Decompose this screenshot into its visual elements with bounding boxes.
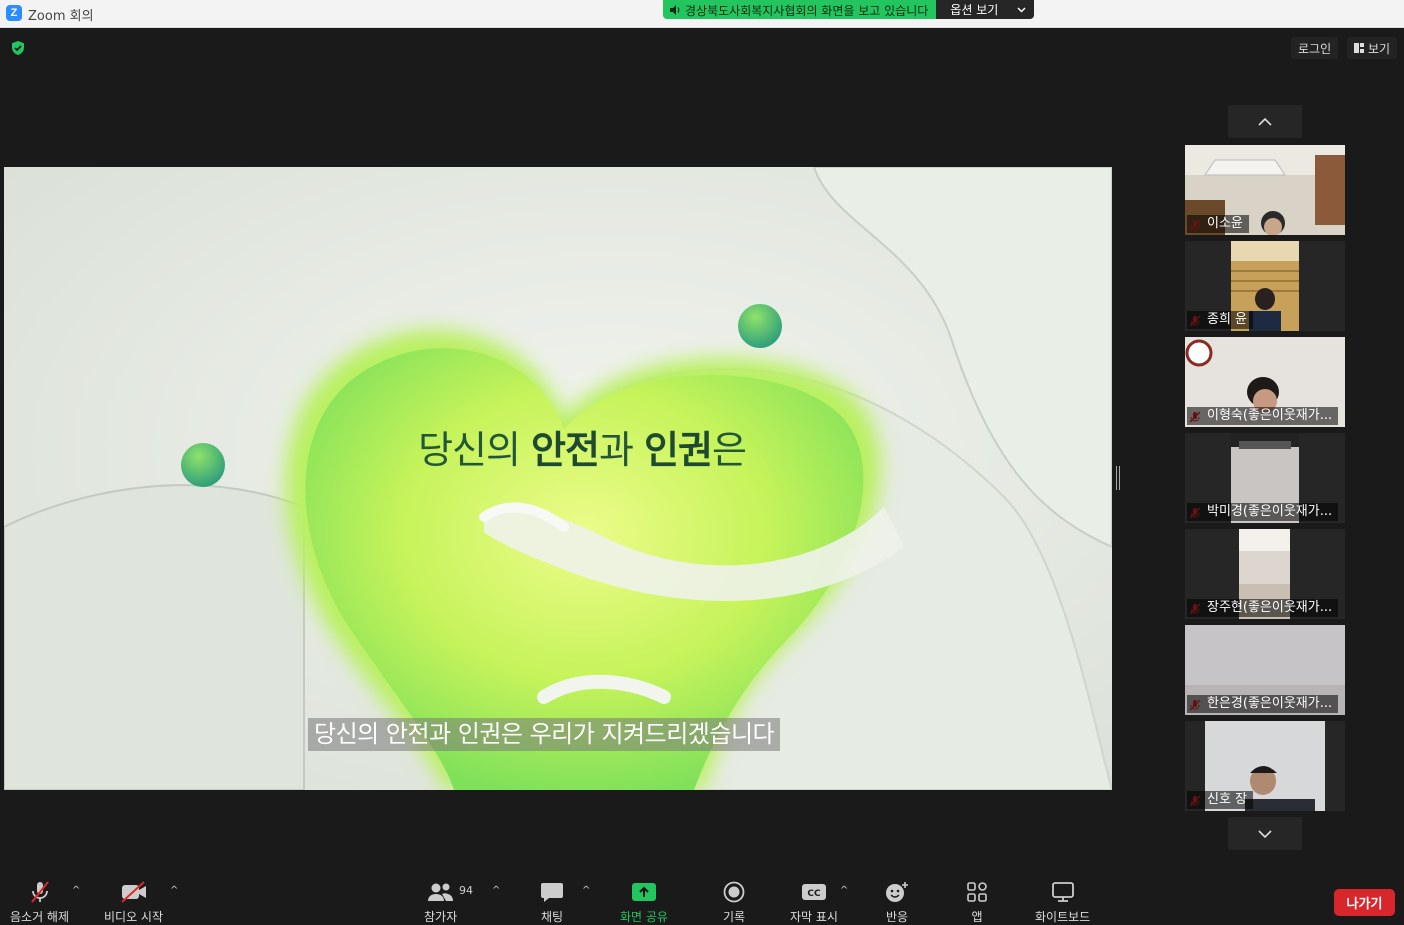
participants-button[interactable]: 참가자 — [424, 879, 457, 925]
chevron-up-icon — [1258, 117, 1272, 126]
heading-bold-2: 인권 — [644, 428, 713, 472]
layout-grid-icon — [1354, 43, 1364, 53]
chevron-down-icon — [1258, 829, 1272, 838]
reactions-button[interactable]: 반응 — [884, 879, 910, 925]
emoji-reaction-icon — [886, 882, 908, 902]
whiteboard-icon — [1051, 882, 1074, 902]
view-options-label: 옵션 보기 — [950, 3, 999, 17]
login-button[interactable]: 로그인 — [1291, 37, 1339, 59]
start-video-label: 비디오 시작 — [104, 910, 164, 924]
speaker-icon — [670, 5, 680, 15]
share-banner: 경상북도사회복지사협회의 화면을 보고 있습니다 옵션 보기 — [663, 0, 1035, 19]
record-icon — [723, 881, 745, 903]
video-off-icon — [120, 881, 146, 903]
apps-button[interactable]: 앱 — [966, 879, 988, 925]
gallery-scroll-up-button[interactable] — [1228, 105, 1302, 138]
participant-tile[interactable]: 장주현(좋은이웃재가... — [1185, 529, 1345, 619]
participants-label: 참가자 — [424, 910, 458, 924]
whiteboard-button[interactable]: 화이트보드 — [1035, 879, 1090, 925]
closed-caption-icon: CC — [801, 884, 826, 900]
participant-count: 94 — [459, 884, 473, 897]
muted-mic-icon — [30, 881, 49, 903]
apps-label: 앱 — [971, 910, 983, 924]
unmute-button[interactable]: 음소거 해제 — [10, 879, 69, 925]
record-label: 기록 — [723, 910, 746, 924]
captions-options-caret[interactable]: ^ — [840, 885, 848, 896]
slide-caption: 당신의 안전과 인권은 우리가 지켜드리겠습니다 — [308, 718, 781, 751]
start-video-button[interactable]: 비디오 시작 — [104, 879, 163, 925]
whiteboard-label: 화이트보드 — [1035, 910, 1091, 924]
participant-name: 이소윤 — [1187, 215, 1249, 233]
participant-tile[interactable]: 한은경(좋은이웃재가... — [1185, 625, 1345, 715]
zoom-app-icon: Z — [6, 5, 22, 21]
window-title: Zoom 회의 — [28, 9, 94, 24]
share-banner-message: 경상북도사회복지사협회의 화면을 보고 있습니다 — [663, 0, 937, 19]
heading-part-1: 당신의 — [418, 428, 532, 472]
participant-name: 신호 장 — [1187, 791, 1254, 809]
participants-icon — [427, 883, 453, 901]
leave-meeting-button[interactable]: 나가기 — [1334, 889, 1395, 916]
audio-options-caret[interactable]: ^ — [72, 885, 80, 896]
participant-tile[interactable]: 이형숙(좋은이웃재가... — [1185, 337, 1345, 427]
participant-tile[interactable]: 이소윤 — [1185, 145, 1345, 235]
chevron-down-icon — [1017, 6, 1026, 13]
gallery-scroll-down-button[interactable] — [1228, 817, 1302, 850]
share-screen-label: 화면 공유 — [620, 910, 668, 924]
chat-button[interactable]: 채팅 — [540, 879, 564, 925]
meeting-toolbar: 음소거 해제 ^ 비디오 시작 ^ 참가자 94 ^ 채팅 ^ 화면 공유 기록… — [0, 873, 1404, 925]
share-banner-text: 경상북도사회복지사협회의 화면을 보고 있습니다 — [685, 3, 929, 18]
heading-part-2: 과 — [598, 428, 645, 472]
chat-label: 채팅 — [540, 910, 564, 924]
share-screen-icon — [631, 883, 656, 901]
heading-part-3: 은 — [711, 428, 747, 472]
svg-text:CC: CC — [807, 889, 821, 899]
security-shield-icon[interactable] — [10, 40, 26, 56]
reactions-label: 반응 — [885, 910, 909, 924]
participant-tile[interactable]: 박미경(좋은이웃재가... — [1185, 433, 1345, 523]
participant-name: 한은경(좋은이웃재가... — [1187, 695, 1339, 713]
share-screen-button[interactable]: 화면 공유 — [620, 879, 668, 925]
captions-button[interactable]: CC 자막 표시 — [790, 879, 838, 925]
participants-options-caret[interactable]: ^ — [492, 885, 500, 896]
chat-options-caret[interactable]: ^ — [582, 885, 590, 896]
participant-name: 종희 윤 — [1187, 311, 1254, 329]
heading-bold-1: 안전 — [531, 428, 600, 472]
participant-name: 장주현(좋은이웃재가... — [1187, 599, 1339, 617]
shared-screen[interactable]: 당신의 안전과 인권은 당신의 안전과 인권은 우리가 지켜드리겠습니다 — [4, 167, 1112, 790]
participant-name: 이형숙(좋은이웃재가... — [1187, 407, 1339, 425]
view-button-label: 보기 — [1368, 41, 1391, 56]
apps-icon — [967, 882, 987, 902]
captions-label: 자막 표시 — [790, 910, 838, 924]
view-options-button[interactable]: 옵션 보기 — [936, 0, 1035, 19]
split-resize-handle[interactable] — [1116, 466, 1120, 490]
slide-artwork — [4, 167, 1112, 790]
slide-heading: 당신의 안전과 인권은 — [4, 419, 1112, 474]
participant-name: 박미경(좋은이웃재가... — [1187, 503, 1339, 521]
video-options-caret[interactable]: ^ — [170, 885, 178, 896]
unmute-label: 음소거 해제 — [10, 910, 70, 924]
record-button[interactable]: 기록 — [723, 879, 745, 925]
participant-tile[interactable]: 종희 윤 — [1185, 241, 1345, 331]
chat-bubble-icon — [541, 883, 563, 902]
participant-tile[interactable]: 신호 장 — [1185, 721, 1345, 811]
view-button[interactable]: 보기 — [1347, 37, 1398, 59]
